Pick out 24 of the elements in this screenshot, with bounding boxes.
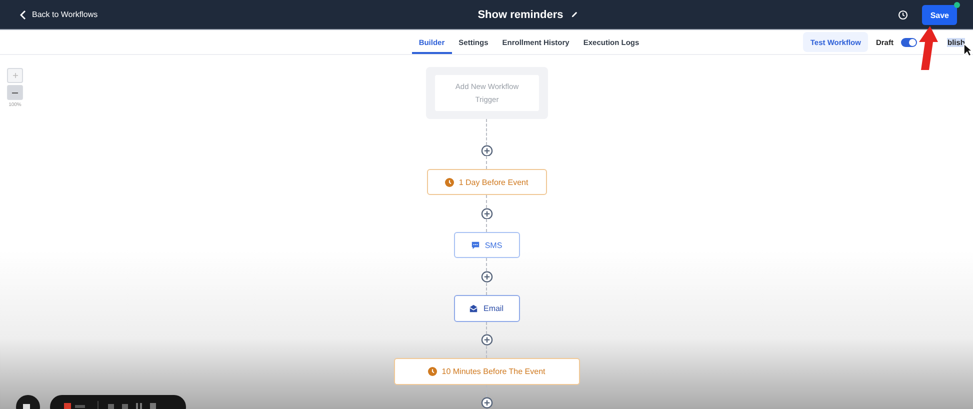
workflow-title: Show reminders [478, 8, 564, 20]
workflow-step[interactable]: SMS [454, 232, 520, 258]
pencil-icon[interactable] [571, 11, 578, 18]
envelope-icon [469, 304, 478, 313]
plus-icon [12, 73, 18, 78]
minus-icon [12, 92, 18, 94]
add-step-icon[interactable] [480, 397, 492, 409]
add-step-icon[interactable] [480, 144, 492, 156]
add-step-icon[interactable] [480, 208, 492, 220]
clock-icon [428, 367, 437, 376]
zoom-out-button[interactable] [7, 85, 23, 100]
workflow-step[interactable]: 10 Minutes Before The Event [394, 358, 580, 385]
save-button[interactable]: Save [922, 4, 957, 24]
clock-icon [444, 178, 454, 187]
chat-bubble-icon [470, 240, 480, 250]
add-step-icon[interactable] [480, 334, 492, 346]
back-link[interactable]: Back to Workflows [20, 10, 98, 20]
add-step-icon[interactable] [480, 270, 492, 283]
chevron-left-icon [20, 10, 26, 20]
publish-toggle[interactable] [901, 38, 918, 46]
workflow-step[interactable]: 1 Day Before Event [426, 168, 546, 196]
workflow-step[interactable]: Email [454, 295, 520, 322]
pointer-arrow-drawing [918, 26, 938, 70]
history-icon[interactable] [898, 10, 908, 20]
